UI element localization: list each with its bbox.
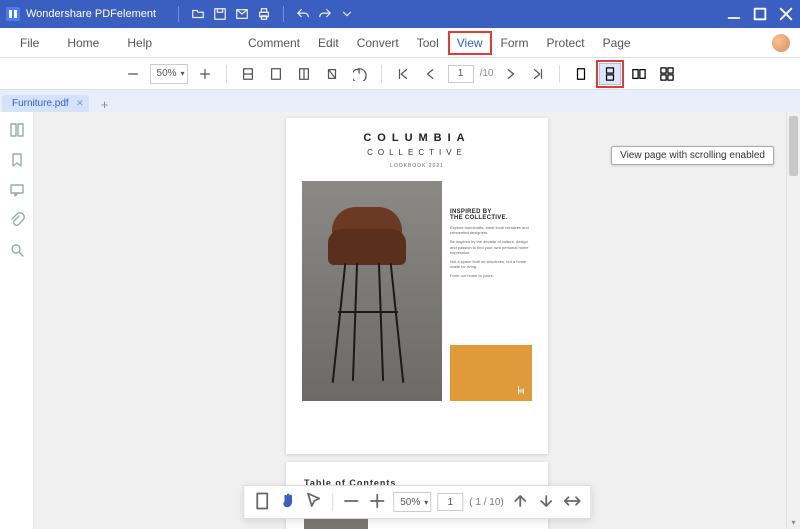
menu-view[interactable]: View [449,32,491,54]
zoom-out-button[interactable] [122,63,144,85]
file-tab[interactable]: Furniture.pdf ✕ [2,95,89,112]
attachments-icon[interactable] [9,212,25,228]
comments-icon[interactable] [9,182,25,198]
file-tab-label: Furniture.pdf [12,98,69,109]
title-bar: Wondershare PDFelement [0,0,800,28]
close-tab-icon[interactable]: ✕ [76,98,84,109]
mail-icon[interactable] [235,7,249,21]
doc-para-4: From our home to yours. [450,273,532,278]
menu-page[interactable]: Page [595,32,639,54]
first-page-button[interactable] [392,63,414,85]
menu-convert[interactable]: Convert [349,32,407,54]
float-fit-width[interactable] [562,491,582,514]
single-page-button[interactable] [570,63,592,85]
scrolling-view-button[interactable] [599,63,621,85]
fit-width-icon[interactable] [237,63,259,85]
float-prev-page[interactable] [510,491,530,514]
menu-protect[interactable]: Protect [539,32,593,54]
prev-page-button[interactable] [420,63,442,85]
doc-para-2: Be inspired by the decade of culture, de… [450,239,532,255]
float-zoom-in[interactable] [367,491,387,514]
page-input[interactable] [448,65,474,83]
doc-heading-2: THE COLLECTIVE. [450,215,532,221]
work-area: View page with scrolling enabled COLUMBI… [0,112,800,529]
float-zoom-out[interactable] [341,491,361,514]
menu-file[interactable]: File [12,32,47,54]
doc-accent-block [450,345,532,401]
next-page-button[interactable] [499,63,521,85]
menu-bar: File Home Help Comment Edit Convert Tool… [0,28,800,58]
new-tab-button[interactable]: + [95,97,115,112]
scroll-down-icon[interactable]: ▾ [787,515,800,529]
undo-icon[interactable] [296,7,310,21]
quick-access-toolbar [174,6,354,22]
close-button[interactable] [778,6,794,22]
actual-size-icon[interactable] [321,63,343,85]
menu-home[interactable]: Home [59,32,107,54]
float-page-input[interactable] [437,493,463,511]
doc-subtitle: COLLECTIVE [302,148,532,157]
doc-para-1: Explore handcrafts, meet local creatives… [450,225,532,235]
app-title: Wondershare PDFelement [26,8,156,20]
fit-view-icon[interactable] [252,491,272,514]
zoom-select[interactable]: 50%▾ [150,64,188,84]
select-tool-icon[interactable] [304,491,324,514]
menu-tool[interactable]: Tool [409,32,447,54]
menu-help[interactable]: Help [119,32,160,54]
zoom-in-button[interactable] [194,63,216,85]
minimize-button[interactable] [726,6,742,22]
doc-hero-image [302,181,442,401]
two-page-scroll-button[interactable] [656,63,678,85]
scroll-thumb[interactable] [789,116,798,176]
user-avatar[interactable] [772,34,790,52]
bookmarks-icon[interactable] [9,152,25,168]
menu-comment[interactable]: Comment [240,32,308,54]
thumbnails-icon[interactable] [9,122,25,138]
rotate-icon[interactable] [349,63,371,85]
fit-page-icon[interactable] [265,63,287,85]
floating-toolbar: 50%▾ ( 1 / 10) [243,485,591,519]
print-icon[interactable] [257,7,271,21]
last-page-button[interactable] [527,63,549,85]
fit-height-icon[interactable] [293,63,315,85]
document-canvas[interactable]: View page with scrolling enabled COLUMBI… [34,112,800,529]
float-zoom-select[interactable]: 50%▾ [393,492,431,512]
app-logo [6,7,20,21]
save-icon[interactable] [213,7,227,21]
pdf-page-1: COLUMBIA COLLECTIVE LOOKBOOK 2021 INSPIR… [286,118,548,454]
document-tabs: Furniture.pdf ✕ + [0,90,800,112]
redo-icon[interactable] [318,7,332,21]
chair-icon [516,385,526,395]
open-icon[interactable] [191,7,205,21]
side-panel [0,112,34,529]
search-icon[interactable] [9,242,25,258]
two-page-button[interactable] [628,63,650,85]
scroll-view-highlight [598,62,622,86]
page-total: /10 [480,68,494,79]
vertical-scrollbar[interactable]: ▴ ▾ [786,112,800,529]
menu-form[interactable]: Form [493,32,537,54]
float-page-range: ( 1 / 10) [469,497,503,508]
float-next-page[interactable] [536,491,556,514]
doc-title: COLUMBIA [302,132,532,144]
view-toolbar: 50%▾ /10 [0,58,800,90]
maximize-button[interactable] [752,6,768,22]
dropdown-icon[interactable] [340,7,354,21]
menu-edit[interactable]: Edit [310,32,347,54]
tooltip: View page with scrolling enabled [611,146,774,165]
doc-para-3: Not a space built on structures, but a h… [450,259,532,269]
doc-lookbook: LOOKBOOK 2021 [302,163,532,169]
hand-tool-icon[interactable] [278,491,298,514]
